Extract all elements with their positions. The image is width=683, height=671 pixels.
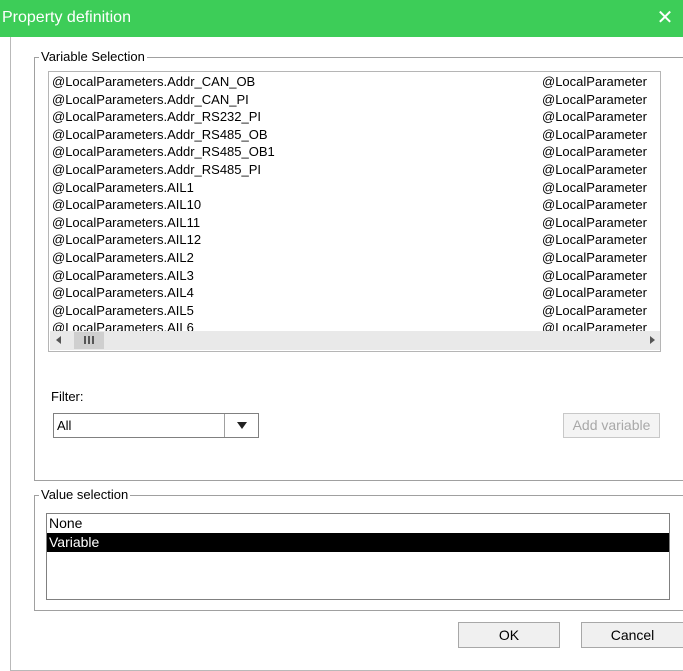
variable-name: @LocalParameters.AIL1 [52, 179, 194, 195]
variable-column-2: @LocalParameter [542, 249, 647, 265]
value-selection-legend: Value selection [39, 487, 131, 503]
variable-list[interactable]: @LocalParameters.Addr_CAN_OB @LocalParame… [48, 71, 661, 352]
list-item[interactable]: @LocalParameters.AIL2 @LocalParameter [50, 249, 660, 267]
horizontal-scrollbar[interactable] [50, 331, 660, 350]
variable-name: @LocalParameters.AIL3 [52, 267, 194, 283]
variable-column-2: @LocalParameter [542, 74, 647, 89]
value-item[interactable]: Variable [47, 533, 669, 552]
list-item[interactable]: @LocalParameters.AIL5 @LocalParameter [50, 302, 660, 320]
dialog-body: Variable Selection @LocalParameters.Addr… [10, 37, 683, 671]
variable-column-2: @LocalParameter [542, 302, 647, 318]
variable-name: @LocalParameters.AIL4 [52, 285, 194, 301]
variable-selection-group: Variable Selection @LocalParameters.Addr… [34, 49, 683, 481]
list-item[interactable]: @LocalParameters.AIL11 @LocalParameter [50, 214, 660, 232]
property-definition-dialog: Property definition ✕ Variable Selection… [0, 0, 683, 671]
ok-button[interactable]: OK [458, 622, 560, 648]
variable-name: @LocalParameters.AIL5 [52, 302, 194, 318]
variable-name: @LocalParameters.AIL11 [52, 214, 201, 230]
window-title: Property definition [2, 9, 131, 26]
list-item[interactable]: @LocalParameters.Addr_CAN_PI @LocalParame… [50, 91, 660, 109]
variable-name: @LocalParameters.Addr_RS485_OB [52, 126, 268, 142]
variable-name: @LocalParameters.AIL2 [52, 249, 194, 265]
variable-name: @LocalParameters.AIL12 [52, 232, 202, 248]
filter-label: Filter: [51, 389, 84, 404]
list-item[interactable]: @LocalParameters.Addr_RS485_OB1 @LocalPar… [50, 143, 660, 161]
close-icon[interactable]: ✕ [654, 6, 676, 30]
variable-column-2: @LocalParameter [542, 161, 647, 177]
variable-column-2: @LocalParameter [542, 144, 647, 160]
variable-column-2: @LocalParameter [542, 285, 647, 301]
variable-column-2: @LocalParameter [542, 197, 647, 213]
cancel-button[interactable]: Cancel [581, 622, 683, 648]
variable-name: @LocalParameters.Addr_CAN_OB [52, 74, 256, 89]
variable-name: @LocalParameters.AIL10 [52, 197, 202, 213]
filter-value: All [57, 418, 72, 433]
filter-dropdown[interactable]: All [53, 413, 259, 438]
add-variable-button[interactable]: Add variable [563, 413, 660, 438]
title-bar[interactable]: Property definition ✕ [0, 0, 683, 37]
variable-column-2: @LocalParameter [542, 179, 647, 195]
scroll-right-icon[interactable] [650, 336, 655, 344]
variable-name: @LocalParameters.Addr_RS232_PI [52, 109, 262, 125]
variable-name: @LocalParameters.Addr_RS485_PI [52, 161, 262, 177]
variable-column-2: @LocalParameter [542, 267, 647, 283]
variable-column-2: @LocalParameter [542, 126, 647, 142]
value-list[interactable]: None Variable [46, 513, 670, 600]
variable-name: @LocalParameters.Addr_RS485_OB1 [52, 144, 275, 160]
chevron-down-icon[interactable] [224, 414, 258, 437]
variable-selection-legend: Variable Selection [39, 49, 147, 65]
value-selection-group: Value selection None Variable [34, 487, 683, 611]
list-item[interactable]: @LocalParameters.Addr_RS232_PI @LocalPara… [50, 108, 660, 126]
list-item[interactable]: @LocalParameters.AIL12 @LocalParameter [50, 231, 660, 249]
scroll-left-icon[interactable] [56, 336, 61, 344]
variable-column-2: @LocalParameter [542, 109, 647, 125]
list-item[interactable]: @LocalParameters.AIL3 @LocalParameter [50, 267, 660, 285]
list-item[interactable]: @LocalParameters.AIL4 @LocalParameter [50, 284, 660, 302]
variable-column-2: @LocalParameter [542, 232, 647, 248]
variable-column-2: @LocalParameter [542, 91, 647, 107]
value-item[interactable]: None [47, 514, 669, 533]
list-item[interactable]: @LocalParameters.AIL10 @LocalParameter [50, 196, 660, 214]
scrollbar-thumb[interactable] [74, 332, 104, 349]
grip-icon [84, 336, 94, 344]
variable-name: @LocalParameters.Addr_CAN_PI [52, 91, 249, 107]
list-item[interactable]: @LocalParameters.Addr_CAN_OB @LocalParame… [50, 73, 660, 91]
list-item[interactable]: @LocalParameters.Addr_RS485_PI @LocalPara… [50, 161, 660, 179]
variable-column-2: @LocalParameter [542, 214, 647, 230]
list-item[interactable]: @LocalParameters.Addr_RS485_OB @LocalPara… [50, 126, 660, 144]
list-item[interactable]: @LocalParameters.AIL1 @LocalParameter [50, 179, 660, 197]
